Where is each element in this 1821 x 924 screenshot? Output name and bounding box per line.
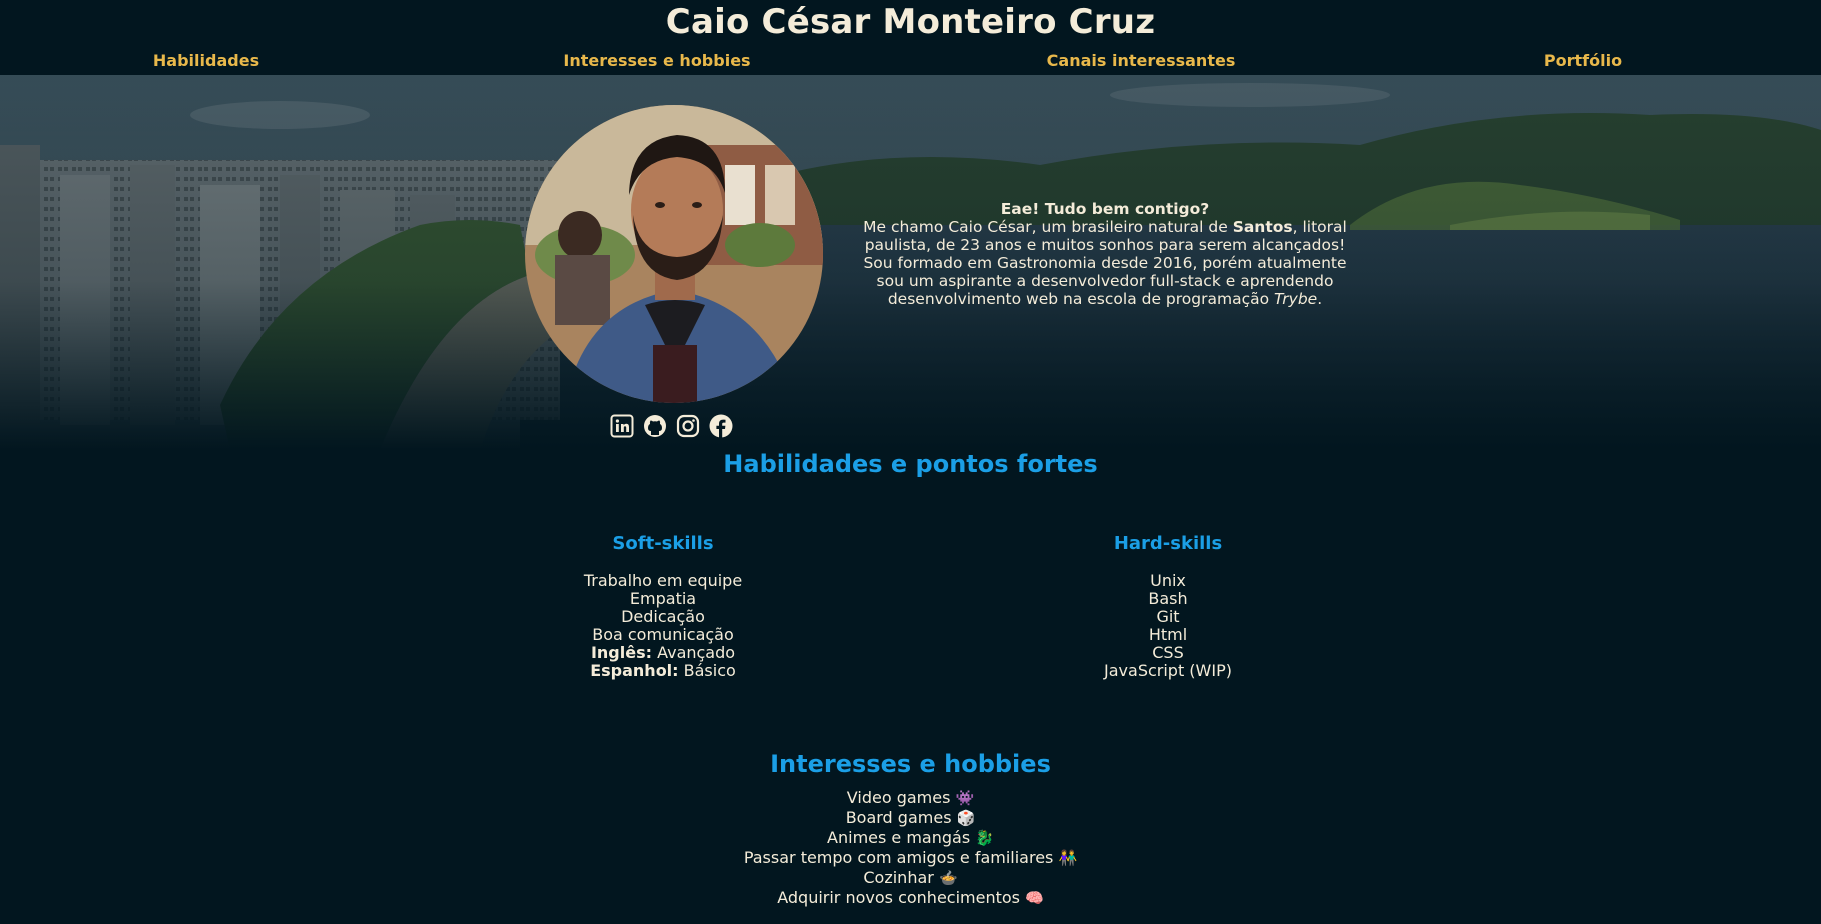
list-item: Git — [1156, 607, 1180, 626]
hard-skills-column: Hard-skills Unix Bash Git Html CSS JavaS… — [968, 533, 1368, 680]
soft-skills-title: Soft-skills — [612, 533, 714, 554]
space-invader-emoji: 👾 — [955, 789, 975, 807]
food-pot-emoji: 🍲 — [938, 869, 958, 887]
dragon-emoji: 🐉 — [975, 829, 994, 847]
intro-paragraph-2: Sou formado em Gastronomia desde 2016, p… — [850, 254, 1360, 308]
list-item: Animes e mangás 🐉 — [827, 828, 994, 847]
site-header: Caio César Monteiro Cruz Habilidades Int… — [0, 0, 1821, 75]
list-item: Empatia — [629, 589, 697, 608]
dice-emoji: 🎲 — [956, 809, 976, 827]
list-item: Video games 👾 — [846, 788, 975, 807]
list-item: Html — [1148, 625, 1188, 644]
list-item: Dedicação — [621, 607, 705, 626]
list-item: Boa comunicação — [592, 625, 734, 644]
couple-emoji: 👫 — [1058, 849, 1078, 867]
list-item: Trabalho em equipe — [583, 571, 743, 590]
social-links — [610, 414, 733, 442]
linkedin-icon[interactable] — [610, 414, 634, 438]
nav-link-portfolio[interactable]: Portfólio — [1544, 51, 1622, 70]
instagram-icon[interactable] — [676, 414, 700, 438]
list-item: Cozinhar 🍲 — [863, 868, 958, 887]
intro-line2-post: . — [1317, 290, 1323, 308]
nav-link-canais[interactable]: Canais interessantes — [1047, 51, 1236, 70]
intro-text: Eae! Tudo bem contigo? Me chamo Caio Cés… — [850, 200, 1360, 308]
list-item: Inglês: Avançado — [590, 643, 736, 662]
main-nav: Habilidades Interesses e hobbies Canais … — [0, 51, 1821, 71]
list-item: Unix — [1150, 571, 1186, 590]
nav-link-interesses[interactable]: Interesses e hobbies — [563, 51, 750, 70]
hard-skills-title: Hard-skills — [1113, 533, 1223, 554]
facebook-icon[interactable] — [709, 414, 733, 438]
profile-photo — [525, 105, 823, 403]
hobbies-section-title: Interesses e hobbies — [770, 750, 1051, 778]
hard-skills-list: Unix Bash Git Html CSS JavaScript (WIP) — [968, 572, 1368, 680]
list-item: JavaScript (WIP) — [1104, 661, 1232, 680]
list-item: Adquirir novos conhecimentos 🧠 — [777, 888, 1044, 907]
hobbies-list: Video games 👾 Board games 🎲 Animes e man… — [0, 788, 1821, 908]
skills-section-title: Habilidades e pontos fortes — [723, 450, 1098, 478]
soft-skills-list: Trabalho em equipe Empatia Dedicação Boa… — [463, 572, 863, 680]
list-item: Espanhol: Básico — [590, 661, 736, 680]
soft-skills-column: Soft-skills Trabalho em equipe Empatia D… — [463, 533, 863, 680]
intro-school: Trybe — [1274, 290, 1318, 308]
nav-link-habilidades[interactable]: Habilidades — [153, 51, 259, 70]
list-item: Board games 🎲 — [845, 808, 976, 827]
brain-emoji: 🧠 — [1025, 889, 1044, 907]
intro-greeting: Eae! Tudo bem contigo? — [1000, 200, 1210, 218]
intro-line1-pre: Me chamo Caio César, um brasileiro natur… — [863, 218, 1233, 236]
list-item: Passar tempo com amigos e familiares 👫 — [743, 848, 1078, 867]
intro-paragraph-1: Me chamo Caio César, um brasileiro natur… — [850, 218, 1360, 254]
github-icon[interactable] — [643, 414, 667, 438]
list-item: CSS — [1152, 643, 1184, 662]
intro-city: Santos — [1232, 218, 1293, 236]
site-title: Caio César Monteiro Cruz — [665, 2, 1156, 42]
list-item: Bash — [1148, 589, 1188, 608]
